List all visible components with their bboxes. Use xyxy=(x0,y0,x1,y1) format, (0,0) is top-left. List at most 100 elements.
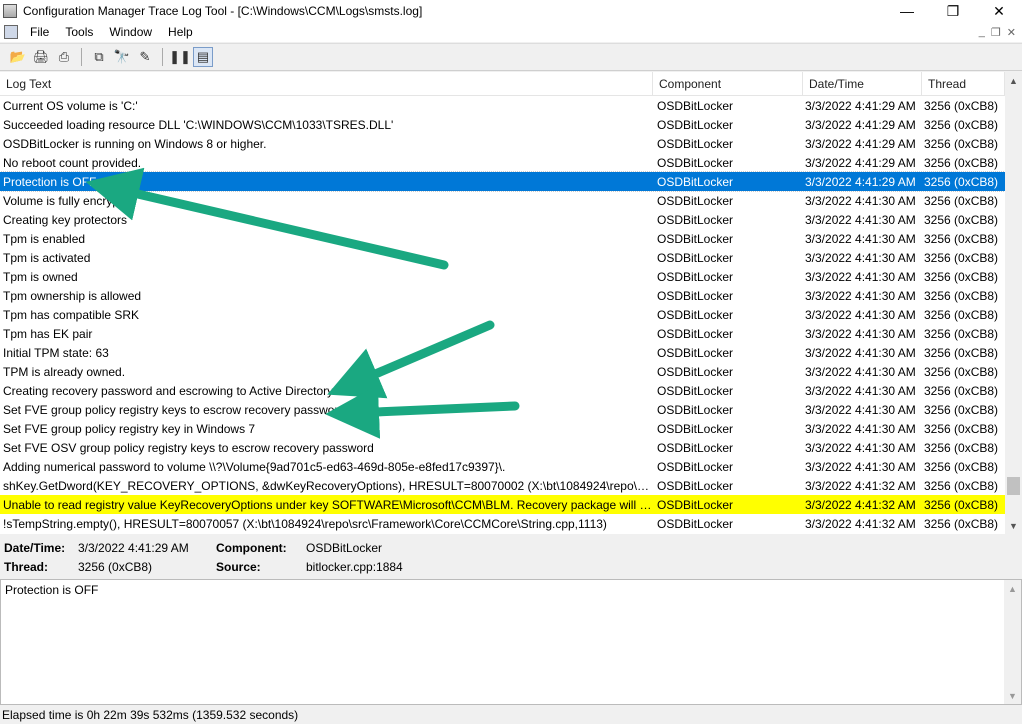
log-row-component: OSDBitLocker xyxy=(657,497,734,512)
log-row[interactable]: Unable to read registry value KeyRecover… xyxy=(0,495,1005,514)
menu-help[interactable]: Help xyxy=(160,25,201,39)
message-scrollbar[interactable]: ▲ ▼ xyxy=(1004,580,1021,704)
column-header-component[interactable]: Component xyxy=(653,72,803,96)
menu-tools[interactable]: Tools xyxy=(57,25,101,39)
log-row[interactable]: Set FVE group policy registry key in Win… xyxy=(0,419,1005,438)
log-row[interactable]: Succeeded loading resource DLL 'C:\WINDO… xyxy=(0,115,1005,134)
log-row-datetime: 3/3/2022 4:41:29 AM xyxy=(805,136,916,151)
log-row[interactable]: Tpm is enabled OSDBitLocker 3/3/2022 4:41:… xyxy=(0,229,1005,248)
print-icon[interactable]: 🖨 xyxy=(31,47,51,67)
log-row-thread: 3256 (0xCB8) xyxy=(924,421,999,436)
log-row[interactable]: Adding numerical password to volume \\?\… xyxy=(0,457,1005,476)
mdi-restore-button[interactable]: ❐ xyxy=(991,26,1001,39)
log-row-component: OSDBitLocker xyxy=(657,231,734,246)
log-row[interactable]: Current OS volume is 'C:' OSDBitLocker 3/3… xyxy=(0,96,1005,115)
log-row-text: TPM is already owned. xyxy=(3,364,126,379)
log-row-datetime: 3/3/2022 4:41:30 AM xyxy=(805,345,916,360)
details-pane-icon[interactable]: ▤ xyxy=(193,47,213,67)
log-row-datetime: 3/3/2022 4:41:32 AM xyxy=(805,478,916,493)
column-header-log-text[interactable]: Log Text xyxy=(0,72,653,96)
log-row[interactable]: No reboot count provided. OSDBitLocker 3/3… xyxy=(0,153,1005,172)
log-row[interactable]: Tpm has EK pair OSDBitLocker 3/3/2022 4:41… xyxy=(0,324,1005,343)
menu-window[interactable]: Window xyxy=(101,25,160,39)
log-row-text: Current OS volume is 'C:' xyxy=(3,98,138,113)
log-row[interactable]: TPM is already owned. OSDBitLocker 3/3/202… xyxy=(0,362,1005,381)
log-row-datetime: 3/3/2022 4:41:30 AM xyxy=(805,193,916,208)
log-row[interactable]: Volume is fully encrypted OSDBitLocker 3/3… xyxy=(0,191,1005,210)
log-scrollbar[interactable]: ▲ ▼ xyxy=(1005,72,1022,534)
log-row-text: Succeeded loading resource DLL 'C:\WINDO… xyxy=(3,117,394,132)
log-row-datetime: 3/3/2022 4:41:30 AM xyxy=(805,269,916,284)
log-row-datetime: 3/3/2022 4:41:30 AM xyxy=(805,459,916,474)
message-text-area[interactable]: Protection is OFF ▲ ▼ xyxy=(0,579,1022,705)
scroll-thumb[interactable] xyxy=(1007,477,1020,495)
log-row-datetime: 3/3/2022 4:41:30 AM xyxy=(805,288,916,303)
log-row[interactable]: Tpm ownership is allowed OSDBitLocker 3/3/… xyxy=(0,286,1005,305)
log-row[interactable]: Initial TPM state: 63 OSDBitLocker 3/3/202… xyxy=(0,343,1005,362)
document-icon[interactable] xyxy=(4,25,18,39)
pause-icon[interactable]: ❚❚ xyxy=(169,47,191,67)
mdi-controls: _ ❐ ✕ xyxy=(979,26,1016,39)
log-row-component: OSDBitLocker xyxy=(657,136,734,151)
thread-label: Thread: xyxy=(4,560,49,574)
scroll-up-icon[interactable]: ▲ xyxy=(1005,72,1022,89)
log-row[interactable]: Set FVE group policy registry keys to es… xyxy=(0,400,1005,419)
scroll-down-icon[interactable]: ▼ xyxy=(1005,517,1022,534)
close-button[interactable]: ✕ xyxy=(976,0,1022,22)
log-row-thread: 3256 (0xCB8) xyxy=(924,459,999,474)
log-row[interactable]: Tpm is owned OSDBitLocker 3/3/2022 4:41:30… xyxy=(0,267,1005,286)
log-row[interactable]: Protection is OFF OSDBitLocker 3/3/2022 4:… xyxy=(0,171,1005,192)
open-icon[interactable]: 📂 xyxy=(8,47,28,67)
log-row-text: Protection is OFF xyxy=(3,174,97,189)
scroll-down-icon[interactable]: ▼ xyxy=(1004,687,1021,704)
log-row-text: shKey.GetDword(KEY_RECOVERY_OPTIONS, &dw… xyxy=(3,478,653,493)
log-row-text: Adding numerical password to volume \\?\… xyxy=(3,459,506,474)
toolbar-separator xyxy=(162,48,163,66)
scroll-up-icon[interactable]: ▲ xyxy=(1004,580,1021,597)
log-row[interactable]: Creating recovery password and escrowing… xyxy=(0,381,1005,400)
minimize-button[interactable]: — xyxy=(884,0,930,22)
log-row-datetime: 3/3/2022 4:41:29 AM xyxy=(805,174,916,189)
source-label: Source: xyxy=(216,560,261,574)
printer-icon[interactable]: ⎙ xyxy=(54,47,74,67)
log-row-component: OSDBitLocker xyxy=(657,516,734,531)
log-row[interactable]: Tpm is activated OSDBitLocker 3/3/2022 4:4… xyxy=(0,248,1005,267)
log-row[interactable]: OSDBitLocker is running on Windows 8 or … xyxy=(0,134,1005,153)
find-icon[interactable]: 🔭 xyxy=(112,47,132,67)
log-row-text: !sTempString.empty(), HRESULT=80070057 (… xyxy=(3,516,607,531)
log-row[interactable]: Tpm has compatible SRK OSDBitLocker 3/3/20… xyxy=(0,305,1005,324)
log-row-datetime: 3/3/2022 4:41:30 AM xyxy=(805,307,916,322)
log-row[interactable]: Creating key protectors OSDBitLocker 3/3/2… xyxy=(0,210,1005,229)
mdi-close-button[interactable]: ✕ xyxy=(1007,26,1016,39)
maximize-button[interactable]: ❐ xyxy=(930,0,976,22)
log-row-datetime: 3/3/2022 4:41:30 AM xyxy=(805,383,916,398)
log-row-component: OSDBitLocker xyxy=(657,117,734,132)
log-row-component: OSDBitLocker xyxy=(657,269,734,284)
column-header-datetime[interactable]: Date/Time xyxy=(803,72,922,96)
log-row[interactable]: !sTempString.empty(), HRESULT=80070057 (… xyxy=(0,514,1005,533)
log-row-text: No reboot count provided. xyxy=(3,155,142,170)
mdi-minimize-button[interactable]: _ xyxy=(979,26,985,39)
menu-file[interactable]: File xyxy=(22,25,57,39)
log-row-component: OSDBitLocker xyxy=(657,155,734,170)
log-row-component: OSDBitLocker xyxy=(657,250,734,265)
source-value: bitlocker.cpp:1884 xyxy=(306,560,403,574)
log-row-thread: 3256 (0xCB8) xyxy=(924,402,999,417)
log-row-component: OSDBitLocker xyxy=(657,345,734,360)
log-row[interactable]: Set FVE OSV group policy registry keys t… xyxy=(0,438,1005,457)
log-row-thread: 3256 (0xCB8) xyxy=(924,497,999,512)
log-row-thread: 3256 (0xCB8) xyxy=(924,136,999,151)
toolbar: 📂 🖨 ⎙ ⧉ 🔭 ✎ ❚❚ ▤ xyxy=(0,43,1022,71)
log-row-text: OSDBitLocker is running on Windows 8 or … xyxy=(3,136,267,151)
log-row-thread: 3256 (0xCB8) xyxy=(924,174,999,189)
column-header-thread[interactable]: Thread xyxy=(922,72,1005,96)
copy-icon[interactable]: ⧉ xyxy=(89,47,109,67)
app-icon xyxy=(3,4,17,18)
component-value: OSDBitLocker xyxy=(306,541,383,555)
highlight-icon[interactable]: ✎ xyxy=(135,47,155,67)
log-row[interactable]: shKey.GetDword(KEY_RECOVERY_OPTIONS, &dw… xyxy=(0,476,1005,495)
log-row-thread: 3256 (0xCB8) xyxy=(924,193,999,208)
log-row-component: OSDBitLocker xyxy=(657,459,734,474)
log-row-text: Creating key protectors xyxy=(3,212,128,227)
log-list[interactable]: Log Text Component Date/Time Thread Curr… xyxy=(0,72,1005,534)
